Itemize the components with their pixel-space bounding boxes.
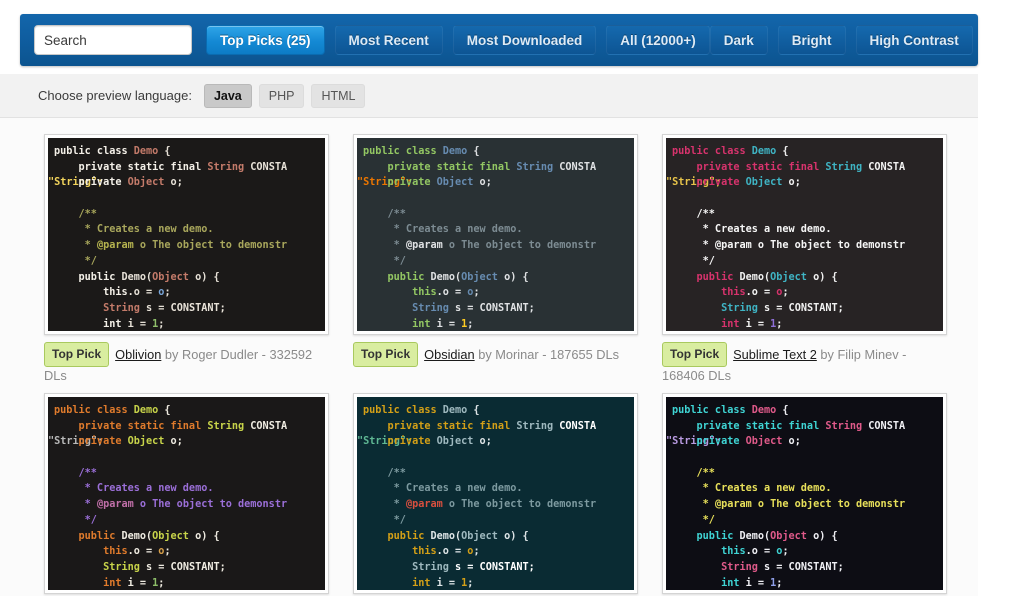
language-option-java[interactable]: Java	[203, 83, 252, 108]
tab-top-picks[interactable]: Top Picks (25)	[206, 25, 325, 55]
theme-preview[interactable]: public class Demo { private static final…	[662, 134, 947, 335]
tab-all[interactable]: All (12000+)	[606, 25, 710, 55]
theme-caption: Top Pick Obsidian by Morinar - 187655 DLs	[353, 342, 639, 367]
theme-name-link[interactable]: Sublime Text 2	[733, 347, 817, 362]
tab-most-downloaded[interactable]: Most Downloaded	[452, 25, 597, 55]
theme-preview[interactable]: public class Demo { private static final…	[353, 393, 638, 594]
theme-gallery-page: Top Picks (25) Most Recent Most Download…	[0, 0, 1010, 596]
filter-tabs: Dark Bright High Contrast	[709, 25, 973, 55]
filter-high-contrast[interactable]: High Contrast	[855, 25, 973, 55]
code-preview: public class Demo { private static final…	[357, 138, 634, 331]
theme-preview[interactable]: public class Demo { private static final…	[353, 134, 638, 335]
sort-tabs: Top Picks (25) Most Recent Most Download…	[206, 25, 710, 55]
theme-preview[interactable]: public class Demo { private static final…	[44, 134, 329, 335]
theme-card[interactable]: public class Demo { private static final…	[44, 393, 353, 594]
theme-preview[interactable]: public class Demo { private static final…	[662, 393, 947, 594]
code-preview: public class Demo { private static final…	[666, 138, 943, 331]
theme-card[interactable]: public class Demo { private static final…	[662, 393, 971, 594]
theme-preview[interactable]: public class Demo { private static final…	[44, 393, 329, 594]
search-input[interactable]	[34, 25, 192, 55]
language-selector-bar: Choose preview language: Java PHP HTML	[0, 74, 978, 118]
theme-caption: Top Pick Oblivion by Roger Dudler - 33259…	[44, 342, 330, 385]
theme-card[interactable]: public class Demo { private static final…	[44, 134, 353, 385]
tab-most-recent[interactable]: Most Recent	[334, 25, 443, 55]
theme-card[interactable]: public class Demo { private static final…	[662, 134, 971, 385]
code-preview: public class Demo { private static final…	[357, 397, 634, 590]
top-pick-badge: Top Pick	[662, 342, 728, 367]
theme-name-link[interactable]: Obsidian	[424, 347, 475, 362]
theme-name-link[interactable]: Oblivion	[115, 347, 161, 362]
top-pick-badge: Top Pick	[44, 342, 110, 367]
theme-gallery-content[interactable]: public class Demo { private static final…	[0, 118, 978, 596]
code-preview: public class Demo { private static final…	[666, 397, 943, 590]
theme-card-grid: public class Demo { private static final…	[0, 118, 978, 596]
code-preview: public class Demo { private static final…	[48, 138, 325, 331]
filter-dark[interactable]: Dark	[709, 25, 768, 55]
theme-caption: Top Pick Sublime Text 2 by Filip Minev - …	[662, 342, 948, 385]
top-pick-badge: Top Pick	[353, 342, 419, 367]
filter-bright[interactable]: Bright	[777, 25, 846, 55]
language-option-php[interactable]: PHP	[258, 83, 305, 108]
code-preview: public class Demo { private static final…	[48, 397, 325, 590]
theme-card[interactable]: public class Demo { private static final…	[353, 393, 662, 594]
theme-author-downloads: by Morinar - 187655 DLs	[474, 347, 620, 362]
theme-card[interactable]: public class Demo { private static final…	[353, 134, 662, 385]
top-toolbar: Top Picks (25) Most Recent Most Download…	[20, 14, 978, 66]
language-selector-label: Choose preview language:	[38, 88, 192, 103]
language-option-html[interactable]: HTML	[311, 83, 366, 108]
